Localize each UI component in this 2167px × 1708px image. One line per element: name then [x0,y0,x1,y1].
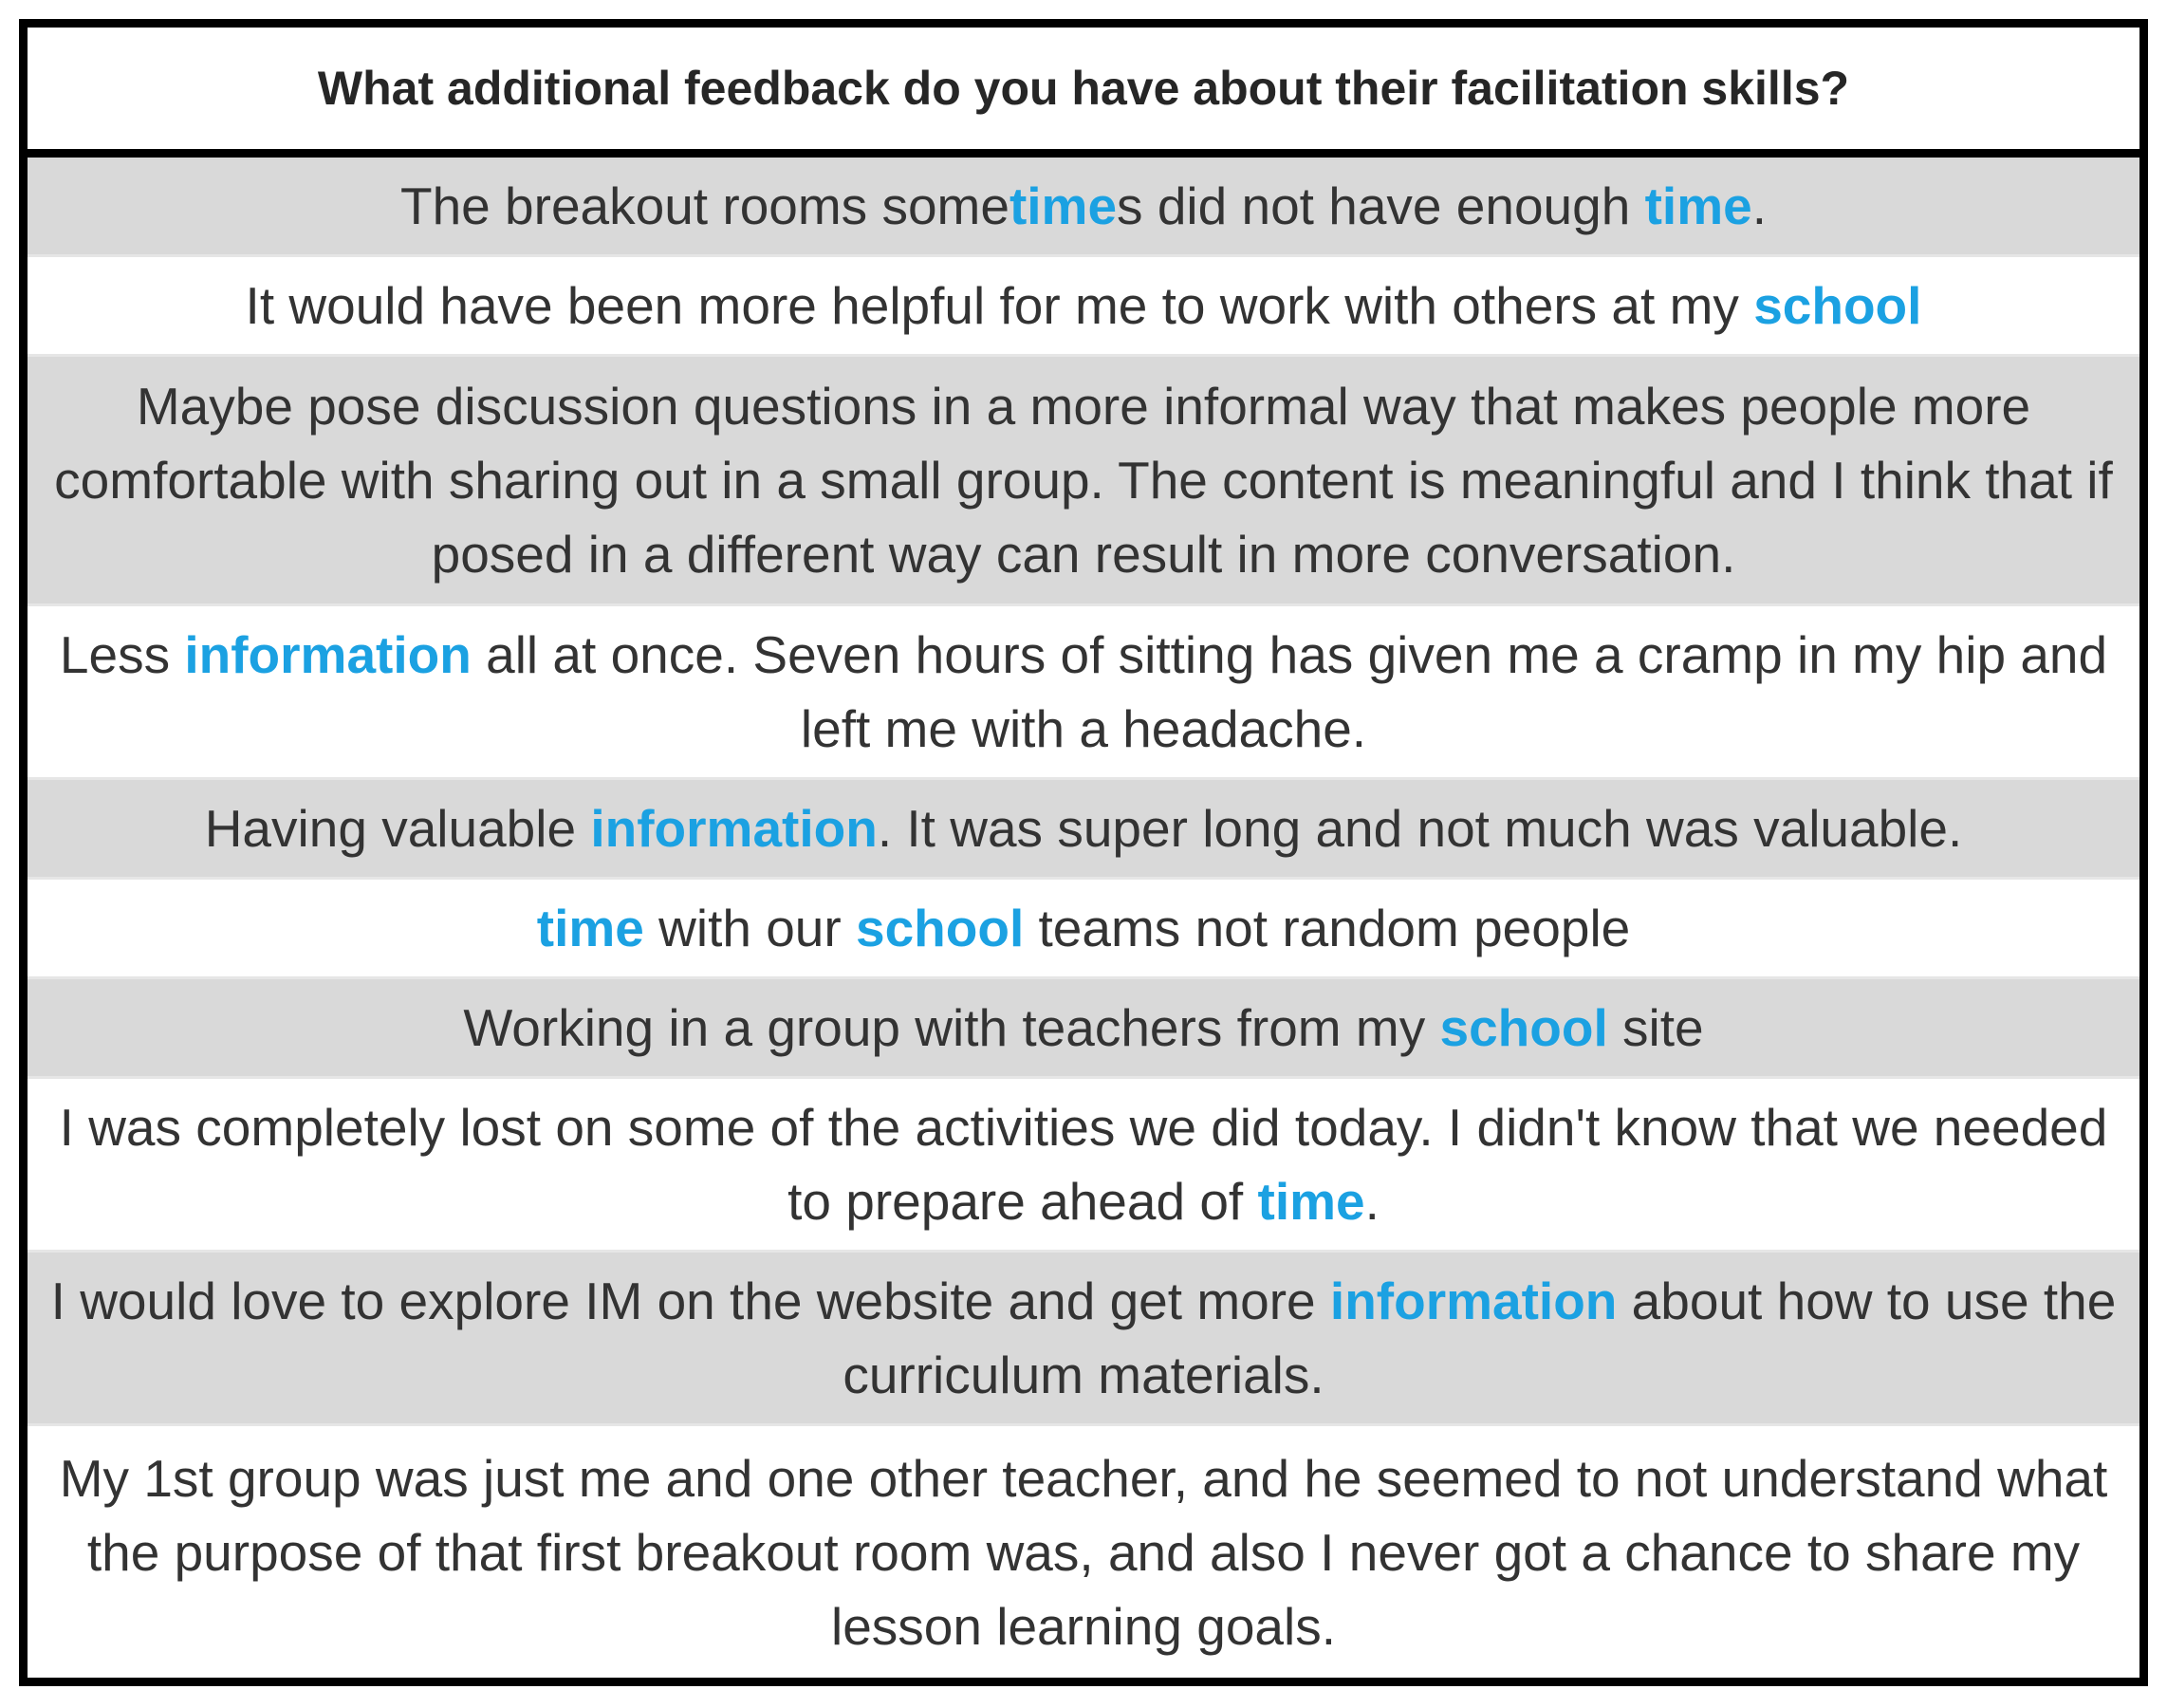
feedback-table: What additional feedback do you have abo… [19,19,2148,1686]
response-row: My 1st group was just me and one other t… [28,1426,2139,1678]
response-text: Working in a group with teachers from my… [463,991,1703,1065]
highlighted-keyword: school [856,899,1025,957]
highlighted-keyword: time [536,899,644,957]
highlighted-keyword: time [1009,176,1118,235]
highlighted-keyword: information [590,799,878,858]
response-row: The breakout rooms sometimes did not hav… [28,158,2139,257]
highlighted-keyword: time [1257,1172,1365,1231]
response-text-segment: s did not have enough [1117,176,1645,235]
response-text-segment: I would love to explore IM on the websit… [50,1272,1330,1330]
response-row: It would have been more helpful for me t… [28,257,2139,357]
response-text-segment: It would have been more helpful for me t… [245,276,1754,335]
response-row: Less information all at once. Seven hour… [28,606,2139,780]
response-text-segment: all at once. Seven hours of sitting has … [471,625,2108,758]
response-text: The breakout rooms sometimes did not hav… [400,169,1767,243]
response-text-segment: Having valuable [204,799,591,858]
response-text-segment: Less [59,625,185,684]
response-text-segment: site [1607,998,1704,1057]
response-text: It would have been more helpful for me t… [246,269,1922,343]
response-text-segment: . [1364,1172,1380,1231]
response-text-segment: teams not random people [1024,899,1631,957]
response-row: Working in a group with teachers from my… [28,979,2139,1079]
response-text-segment: My 1st group was just me and one other t… [59,1448,2108,1656]
response-text: My 1st group was just me and one other t… [50,1441,2117,1663]
response-text: I was completely lost on some of the act… [50,1090,2117,1238]
response-text: I would love to explore IM on the websit… [50,1264,2117,1412]
highlighted-keyword: school [1439,998,1608,1057]
response-row: I was completely lost on some of the act… [28,1079,2139,1253]
response-text-segment: with our [643,899,856,957]
highlighted-keyword: school [1753,276,1922,335]
highlighted-keyword: time [1644,176,1752,235]
response-text-segment: Working in a group with teachers from my [463,998,1440,1057]
response-text-segment: The breakout rooms some [400,176,1009,235]
response-text: time with our school teams not random pe… [537,891,1631,965]
response-list: The breakout rooms sometimes did not hav… [28,158,2139,1678]
response-text-segment: I was completely lost on some of the act… [59,1098,2108,1231]
response-row: Maybe pose discussion questions in a mor… [28,357,2139,606]
table-title: What additional feedback do you have abo… [28,28,2139,158]
response-text-segment: Maybe pose discussion questions in a mor… [54,377,2113,584]
response-row: time with our school teams not random pe… [28,880,2139,979]
response-text-segment: . [1751,176,1767,235]
highlighted-keyword: information [184,625,472,684]
response-text: Less information all at once. Seven hour… [50,618,2117,766]
response-row: I would love to explore IM on the websit… [28,1253,2139,1426]
response-text: Having valuable information. It was supe… [205,791,1963,865]
response-text: Maybe pose discussion questions in a mor… [50,369,2117,591]
response-text-segment: . It was super long and not much was val… [877,799,1963,858]
highlighted-keyword: information [1329,1272,1618,1330]
response-row: Having valuable information. It was supe… [28,780,2139,880]
